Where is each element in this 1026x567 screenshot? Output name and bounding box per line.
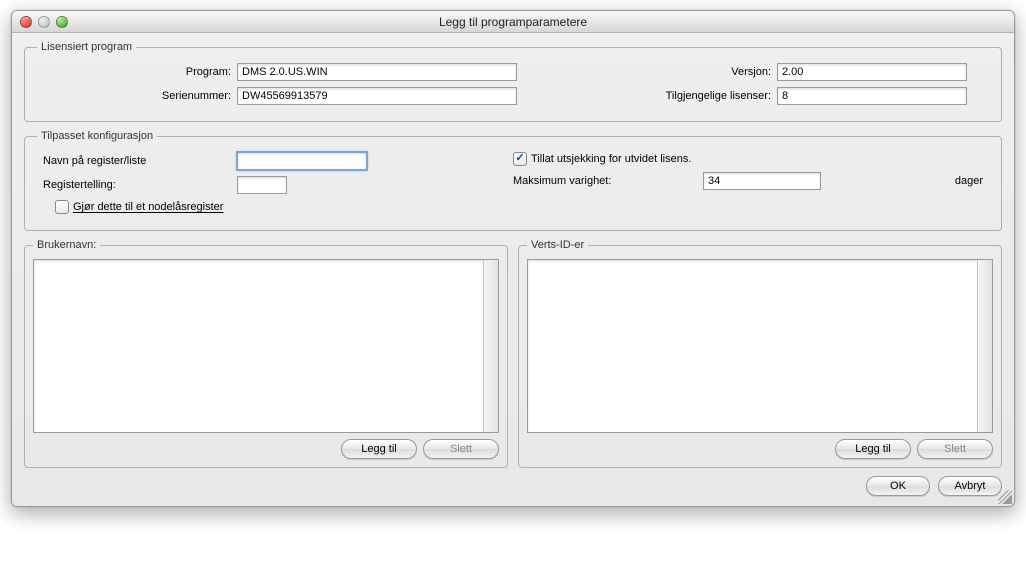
- traffic-lights: [12, 16, 68, 28]
- register-count-input[interactable]: [237, 176, 287, 194]
- available-licenses-value: 8: [777, 87, 967, 105]
- nodelock-checkbox[interactable]: ✓ Gjør dette til et nodelåsregister: [55, 200, 223, 214]
- serial-label: Serienummer:: [37, 90, 237, 102]
- usernames-listbox[interactable]: [33, 259, 499, 433]
- max-duration-label: Maksimum varighet:: [513, 175, 703, 187]
- serial-value: DW45569913579: [237, 87, 517, 105]
- licensed-program-legend: Lisensiert program: [37, 41, 136, 53]
- version-label: Versjon:: [517, 66, 777, 78]
- titlebar[interactable]: Legg til programparametere: [12, 11, 1014, 33]
- ok-button[interactable]: OK: [866, 476, 930, 496]
- hostids-listbox[interactable]: [527, 259, 993, 433]
- minimize-icon[interactable]: [38, 16, 50, 28]
- program-value: DMS 2.0.US.WIN: [237, 63, 517, 81]
- allow-checkout-checkbox[interactable]: ✓ Tillat utsjekking for utvidet lisens.: [513, 152, 691, 166]
- hostids-group: Verts-ID-er Legg til Slett: [518, 239, 1002, 468]
- window-title: Legg til programparametere: [12, 15, 1014, 29]
- available-licenses-label: Tilgjengelige lisenser:: [517, 90, 777, 102]
- max-duration-input[interactable]: [703, 172, 821, 190]
- allow-checkout-label: Tillat utsjekking for utvidet lisens.: [531, 153, 691, 165]
- usernames-delete-button[interactable]: Slett: [423, 439, 499, 459]
- resize-grip-icon[interactable]: [998, 490, 1012, 504]
- checkbox-icon: ✓: [55, 200, 69, 214]
- nodelock-label: Gjør dette til et nodelåsregister: [73, 201, 223, 213]
- register-count-label: Registertelling:: [37, 179, 237, 191]
- close-icon[interactable]: [20, 16, 32, 28]
- usernames-add-button[interactable]: Legg til: [341, 439, 417, 459]
- licensed-program-group: Lisensiert program Program: DMS 2.0.US.W…: [24, 41, 1002, 122]
- usernames-legend: Brukernavn:: [33, 239, 100, 251]
- listname-input[interactable]: [237, 152, 367, 170]
- listname-label: Navn på register/liste: [37, 155, 237, 167]
- zoom-icon[interactable]: [56, 16, 68, 28]
- cancel-button[interactable]: Avbryt: [938, 476, 1002, 496]
- scrollbar[interactable]: [483, 260, 498, 432]
- hostids-legend: Verts-ID-er: [527, 239, 588, 251]
- version-value: 2.00: [777, 63, 967, 81]
- hostids-delete-button[interactable]: Slett: [917, 439, 993, 459]
- hostids-add-button[interactable]: Legg til: [835, 439, 911, 459]
- checkbox-icon: ✓: [513, 152, 527, 166]
- dialog-window: Legg til programparametere Lisensiert pr…: [11, 10, 1015, 507]
- content: Lisensiert program Program: DMS 2.0.US.W…: [12, 33, 1014, 506]
- scrollbar[interactable]: [977, 260, 992, 432]
- usernames-group: Brukernavn: Legg til Slett: [24, 239, 508, 468]
- program-label: Program:: [37, 66, 237, 78]
- custom-config-group: Tilpasset konfigurasjon Navn på register…: [24, 130, 1002, 231]
- max-duration-unit: dager: [821, 175, 989, 187]
- custom-config-legend: Tilpasset konfigurasjon: [37, 130, 157, 142]
